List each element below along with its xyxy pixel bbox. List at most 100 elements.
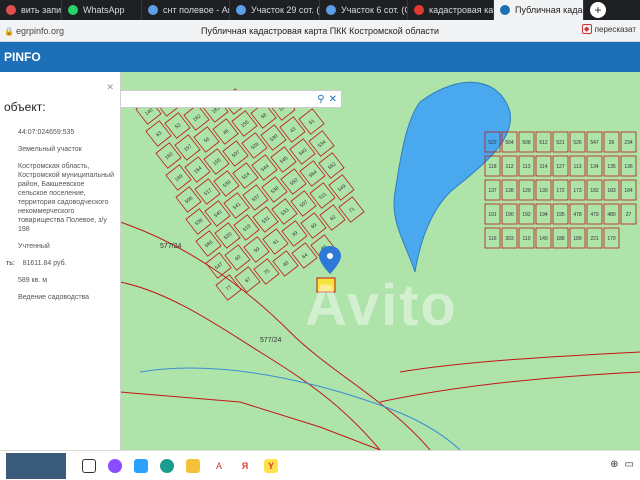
parcel-label: 550: [289, 177, 299, 187]
parcel-label: 172: [556, 188, 565, 194]
parcel-label: 506: [184, 195, 194, 205]
browser-tab[interactable]: WhatsApp: [62, 0, 142, 20]
object-usage: Ведение садоводства: [18, 294, 90, 301]
network-icon[interactable]: ⊕: [610, 459, 618, 470]
search-input[interactable]: [121, 92, 314, 106]
tab-label: Публичная када: [515, 5, 583, 15]
notification-icon[interactable]: ▭: [625, 459, 634, 470]
stream: [139, 367, 461, 450]
road-label-2: 577/24: [260, 337, 282, 344]
parcel-label: 221: [590, 236, 599, 242]
parcel-label: 116: [489, 236, 497, 242]
translate-icon[interactable]: A: [212, 459, 226, 473]
parcel-label: 69: [310, 222, 318, 230]
selected-plot: [316, 277, 336, 293]
parcel-label: 538: [270, 185, 280, 195]
road-line-2: [120, 281, 381, 450]
parcel-label: 190: [505, 212, 514, 218]
parcel-label: 565: [204, 239, 214, 249]
parcel-label: 521: [556, 140, 565, 146]
tab-label: вить запись: [21, 5, 62, 15]
cad-number: 44:07:024659:535: [18, 129, 75, 136]
browser-tab[interactable]: вить запись: [0, 0, 62, 20]
parcel-label: 562: [327, 161, 337, 171]
panel-title: объект:: [4, 100, 46, 114]
parcel-label: 52: [174, 122, 182, 130]
parcel-label: 526: [573, 140, 582, 146]
taskview-icon[interactable]: [82, 458, 96, 473]
road-right-2: [379, 371, 640, 403]
browser-tab[interactable]: кадастровая карта: [408, 0, 494, 20]
parcel-label: 234: [624, 140, 633, 146]
site-brand[interactable]: PINFO: [4, 50, 41, 64]
parcel-label: 511: [318, 191, 328, 201]
address-bar: 🔒 egrpinfo.org Публичная кадастровая кар…: [0, 20, 640, 42]
parcel-label: 110: [523, 236, 531, 242]
parcel-label: 137: [488, 188, 497, 194]
parcel-label: 526: [250, 141, 260, 151]
parcel-label: 130: [539, 188, 548, 194]
lake: [393, 81, 511, 273]
parcel-label: 522: [488, 140, 497, 146]
parcel-label: 140: [144, 107, 154, 117]
system-tray[interactable]: ⊕ ▭: [610, 459, 634, 470]
parcel-label: 517: [203, 187, 213, 197]
files-icon[interactable]: [186, 458, 200, 473]
browser-tab[interactable]: Участок 29 сот. (С: [230, 0, 320, 20]
parcel-label: 303: [505, 236, 514, 242]
weather-widget-icon[interactable]: [6, 452, 66, 479]
avito-icon: [326, 5, 336, 15]
yandex-icon: [414, 5, 424, 15]
parcel-label: 504: [505, 140, 514, 146]
parcel-label: 541: [232, 201, 242, 211]
os-taskbar: A Я Y ⊕ ▭: [0, 450, 640, 480]
parcel-label: 43: [289, 126, 297, 134]
parcel-label: 184: [624, 188, 633, 194]
parcel-label: 127: [556, 164, 565, 170]
parcel-label: 64: [301, 252, 309, 260]
road-right: [399, 351, 640, 373]
parcel-label: 56: [203, 136, 211, 144]
browser-tab[interactable]: Публичная када✕: [494, 0, 584, 20]
parcel-label: 39: [291, 230, 299, 238]
parcel-label: 26: [609, 140, 615, 146]
parcel-label: 27: [626, 212, 632, 218]
parcel-label: 135: [607, 164, 616, 170]
record-icon: [6, 5, 16, 15]
map-canvas[interactable]: 1405363521621811816015756461565816716916…: [120, 72, 640, 450]
tab-label: Участок 6 сот. (СН: [341, 5, 407, 15]
yandex-icon[interactable]: Я: [238, 459, 252, 473]
yandex-browser-icon[interactable]: Y: [264, 458, 278, 473]
alice-icon[interactable]: [108, 458, 122, 473]
parcel-label: 564: [308, 169, 318, 179]
edge-icon[interactable]: [160, 458, 174, 473]
parcel-label: 182: [590, 188, 599, 194]
object-area: 589 кв. м: [18, 277, 48, 284]
object-status: Учтенный: [18, 243, 50, 250]
close-icon[interactable]: ✕: [106, 82, 114, 93]
parcel-label: 62: [329, 214, 337, 222]
search-icon[interactable]: ⚲: [317, 94, 324, 105]
new-tab-icon[interactable]: +: [590, 2, 606, 18]
chat-icon[interactable]: [134, 458, 148, 473]
cadastral-map[interactable]: 1405363521621811816015756461565816716916…: [120, 72, 640, 450]
browser-tab[interactable]: снт полевое - Ави: [142, 0, 230, 20]
extension-icon: ◆: [581, 24, 592, 34]
browser-tab[interactable]: Участок 6 сот. (СН: [320, 0, 408, 20]
map-marker-icon: [319, 246, 341, 274]
parcel-label: 192: [522, 212, 531, 218]
parcel-label: 112: [506, 164, 514, 170]
parcel-label: 478: [573, 212, 582, 218]
translate-extension[interactable]: ◆ пересказат: [581, 24, 636, 34]
close-icon[interactable]: ✕: [329, 94, 337, 105]
tab-label: Участок 29 сот. (С: [251, 5, 320, 15]
parcel-label: 512: [539, 140, 548, 146]
parcel-label: 547: [214, 261, 224, 271]
parcel-label: 531: [261, 215, 271, 225]
tab-label: кадастровая карта: [429, 5, 494, 15]
site-header: PINFO: [0, 42, 640, 72]
map-site-icon: [500, 5, 510, 15]
map-search[interactable]: ⚲ ✕: [120, 90, 342, 108]
parcel-label: 540: [213, 209, 223, 219]
parcel-label: 189: [573, 236, 582, 242]
